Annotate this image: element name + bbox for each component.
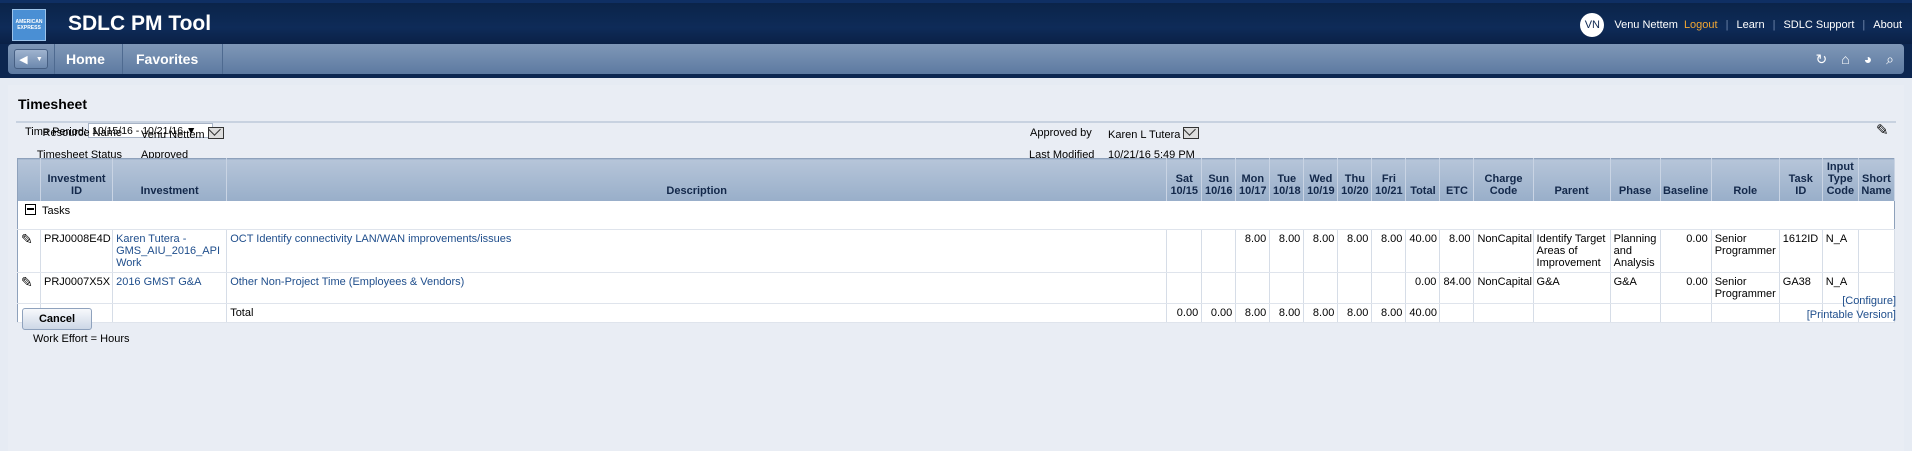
col-header[interactable]: Short Name [1858, 158, 1896, 201]
col-header[interactable]: Investment [112, 158, 228, 201]
col-header[interactable]: Wed 10/19 [1303, 158, 1339, 201]
row-edit-icon[interactable]: ✎ [17, 272, 42, 304]
total-label: Total [226, 303, 1168, 323]
col-header[interactable]: Phase [1610, 158, 1661, 201]
main-nav: ◀ ▼ Home Favorites ↻ ⌂ ◕ ⌕ [8, 44, 1904, 74]
col-header[interactable]: Tue 10/18 [1269, 158, 1305, 201]
table-header-row: Investment ID Investment Description Sat… [17, 158, 1896, 201]
approved-by-value: Karen L Tutera [1108, 127, 1200, 141]
cancel-button[interactable]: Cancel [22, 308, 92, 330]
amex-logo[interactable]: AMERICAN EXPRESS [12, 9, 46, 41]
back-button[interactable]: ◀ ▼ [14, 49, 48, 69]
user-area: VN Venu Nettem Logout | Learn | SDLC Sup… [1580, 13, 1902, 37]
edit-icon[interactable]: ✎ [1876, 121, 1889, 139]
timesheet-page: Timesheet Time Period: 10/15/16 - 10/21/… [8, 85, 1904, 451]
title-divider [16, 121, 1896, 123]
col-header[interactable]: Total [1405, 158, 1441, 201]
col-header[interactable]: Description [226, 158, 1168, 201]
col-header[interactable]: Task ID [1779, 158, 1823, 201]
logout-link[interactable]: Logout [1684, 19, 1718, 31]
nav-favorites[interactable]: Favorites [136, 44, 198, 74]
sdlc-support-link[interactable]: SDLC Support [1783, 19, 1854, 31]
col-header[interactable]: Parent [1533, 158, 1611, 201]
section-label: Tasks [42, 205, 71, 217]
table-row: ✎ PRJ0007X5X 2016 GMST G&A Other Non-Pro… [17, 272, 1896, 304]
col-header[interactable]: Investment ID [40, 158, 114, 201]
user-name: Venu Nettem [1614, 19, 1678, 31]
nav-wrapper: ◀ ▼ Home Favorites ↻ ⌂ ◕ ⌕ [0, 44, 1912, 78]
home-icon[interactable]: ⌂ [1841, 50, 1849, 68]
cell-investment-id: PRJ0007X5X [40, 272, 114, 304]
cell-description-link[interactable]: OCT Identify connectivity LAN/WAN improv… [226, 229, 1168, 273]
table-row: ✎ PRJ0008E4D Karen Tutera - GMS_AIU_2016… [17, 229, 1896, 273]
chevron-down-icon: ▼ [35, 55, 43, 63]
cell-description-link[interactable]: Other Non-Project Time (Employees & Vend… [226, 272, 1168, 304]
col-header[interactable]: Thu 10/20 [1337, 158, 1373, 201]
work-effort-note: Work Effort = Hours [33, 333, 130, 345]
col-header[interactable]: Mon 10/17 [1235, 158, 1271, 201]
app-title: SDLC PM Tool [68, 12, 212, 35]
total-row: Total 0.00 0.00 8.00 8.00 8.00 8.00 8.00… [17, 303, 1896, 323]
section-row-tasks: Tasks [17, 201, 1895, 230]
col-header[interactable]: Baseline [1660, 158, 1712, 201]
collapse-icon[interactable] [25, 204, 36, 215]
email-icon[interactable] [1183, 127, 1200, 139]
timesheet-table: Investment ID Investment Description Sat… [17, 158, 1896, 323]
printable-version-link[interactable]: [Printable Version] [1807, 309, 1896, 321]
globe-icon[interactable]: ◕ [1864, 50, 1872, 68]
col-header[interactable]: Sat 10/15 [1166, 158, 1203, 201]
col-header [17, 158, 42, 201]
refresh-icon[interactable]: ↻ [1815, 50, 1827, 68]
col-header[interactable]: Charge Code [1473, 158, 1534, 201]
cell-investment-link[interactable]: Karen Tutera - GMS_AIU_2016_API Work [112, 229, 228, 273]
col-header[interactable]: Role [1711, 158, 1780, 201]
col-header[interactable]: Sun 10/16 [1201, 158, 1237, 201]
approved-by-label: Approved by [1030, 127, 1092, 139]
cell-investment-link[interactable]: 2016 GMST G&A [112, 272, 228, 304]
resource-name-label: Resource Name [42, 127, 122, 139]
top-header: AMERICAN EXPRESS SDLC PM Tool VN Venu Ne… [0, 0, 1912, 44]
configure-link[interactable]: [Configure] [1842, 295, 1896, 307]
learn-link[interactable]: Learn [1736, 19, 1764, 31]
nav-home[interactable]: Home [66, 44, 105, 74]
page-title: Timesheet [18, 96, 87, 112]
search-icon[interactable]: ⌕ [1886, 50, 1894, 68]
col-header[interactable]: Fri 10/21 [1371, 158, 1407, 201]
row-edit-icon[interactable]: ✎ [17, 229, 42, 273]
cell-investment-id: PRJ0008E4D [40, 229, 114, 273]
back-arrow-icon: ◀ [19, 53, 28, 66]
col-header[interactable]: ETC [1439, 158, 1475, 201]
about-link[interactable]: About [1873, 19, 1902, 31]
col-header[interactable]: Input Type Code [1822, 158, 1859, 201]
resource-name-value: Venu Nettem [141, 127, 224, 141]
nav-icons: ↻ ⌂ ◕ ⌕ [1801, 50, 1894, 68]
email-icon[interactable] [207, 127, 224, 139]
user-avatar[interactable]: VN [1580, 13, 1605, 37]
